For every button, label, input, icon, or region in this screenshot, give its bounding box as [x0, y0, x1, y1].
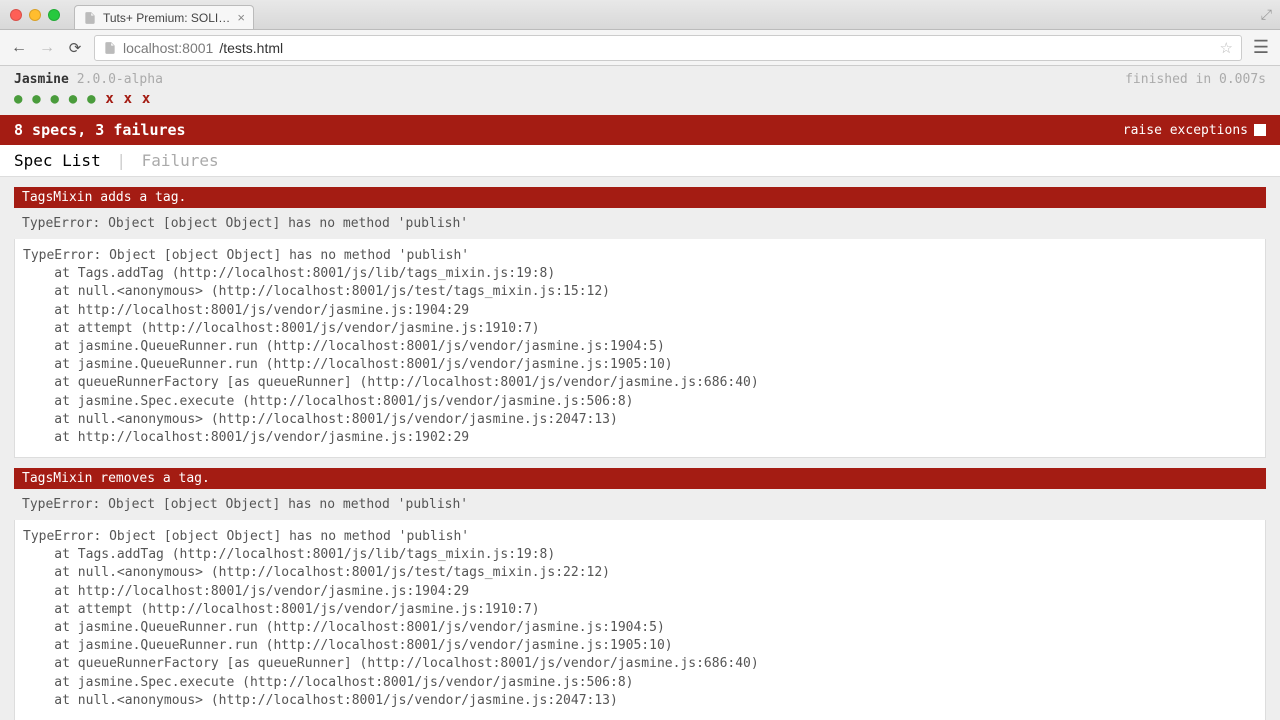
hamburger-menu-icon[interactable]: ☰ — [1252, 37, 1270, 58]
tab-close-button[interactable]: × — [237, 10, 245, 25]
raise-exceptions-checkbox[interactable] — [1254, 124, 1266, 136]
address-bar[interactable]: localhost:8001/tests.html ☆ — [94, 35, 1242, 61]
tab-failures[interactable]: Failures — [142, 151, 219, 170]
tab-separator: | — [116, 151, 126, 170]
back-button[interactable]: ← — [10, 39, 28, 57]
failure-title[interactable]: TagsMixin removes a tag. — [14, 468, 1266, 489]
summary-text: 8 specs, 3 failures — [14, 121, 186, 139]
forward-button[interactable]: → — [38, 39, 56, 57]
result-tabs: Spec List | Failures — [0, 145, 1280, 177]
jasmine-title: Jasmine — [14, 72, 69, 87]
window-zoom-button[interactable] — [48, 9, 60, 21]
tab-title: Tuts+ Premium: SOLID De — [103, 11, 231, 25]
pass-dot[interactable]: ● — [32, 91, 41, 107]
jasmine-header: Jasmine 2.0.0-alpha finished in 0.007s — [0, 66, 1280, 87]
fail-x[interactable]: x — [142, 91, 151, 107]
failure-block: TagsMixin adds a tag. TypeError: Object … — [14, 187, 1266, 458]
page-icon — [103, 41, 117, 55]
browser-tab[interactable]: Tuts+ Premium: SOLID De × — [74, 5, 254, 29]
page-content: Jasmine 2.0.0-alpha finished in 0.007s ●… — [0, 66, 1280, 720]
bookmark-star-icon[interactable]: ☆ — [1220, 39, 1233, 57]
failure-message: TypeError: Object [object Object] has no… — [14, 489, 1266, 520]
raise-exceptions-toggle[interactable]: raise exceptions — [1123, 123, 1266, 138]
pass-dot[interactable]: ● — [87, 91, 96, 107]
url-host: localhost:8001 — [123, 40, 213, 56]
window-expand-icon[interactable]: ⤢ — [1261, 6, 1272, 23]
window-controls — [10, 9, 60, 21]
fail-x[interactable]: x — [124, 91, 133, 107]
failure-title[interactable]: TagsMixin adds a tag. — [14, 187, 1266, 208]
failure-stack: TypeError: Object [object Object] has no… — [14, 239, 1266, 458]
page-icon — [83, 11, 97, 25]
summary-bar: 8 specs, 3 failures raise exceptions — [0, 115, 1280, 145]
window-titlebar: Tuts+ Premium: SOLID De × ⤢ — [0, 0, 1280, 30]
results-dots: ● ● ● ● ● x x x — [0, 87, 1280, 115]
failure-block: TagsMixin removes a tag. TypeError: Obje… — [14, 468, 1266, 720]
tab-spec-list[interactable]: Spec List — [14, 151, 101, 170]
fail-x[interactable]: x — [105, 91, 114, 107]
failure-message: TypeError: Object [object Object] has no… — [14, 208, 1266, 239]
raise-exceptions-label: raise exceptions — [1123, 123, 1248, 138]
pass-dot[interactable]: ● — [51, 91, 60, 107]
browser-toolbar: ← → ⟳ localhost:8001/tests.html ☆ ☰ — [0, 30, 1280, 66]
jasmine-duration: finished in 0.007s — [1125, 72, 1266, 87]
pass-dot[interactable]: ● — [14, 91, 23, 107]
failure-stack: TypeError: Object [object Object] has no… — [14, 520, 1266, 720]
window-close-button[interactable] — [10, 9, 22, 21]
reload-button[interactable]: ⟳ — [66, 39, 84, 57]
url-path: /tests.html — [219, 40, 283, 56]
jasmine-version: 2.0.0-alpha — [77, 72, 163, 87]
pass-dot[interactable]: ● — [69, 91, 78, 107]
window-minimize-button[interactable] — [29, 9, 41, 21]
